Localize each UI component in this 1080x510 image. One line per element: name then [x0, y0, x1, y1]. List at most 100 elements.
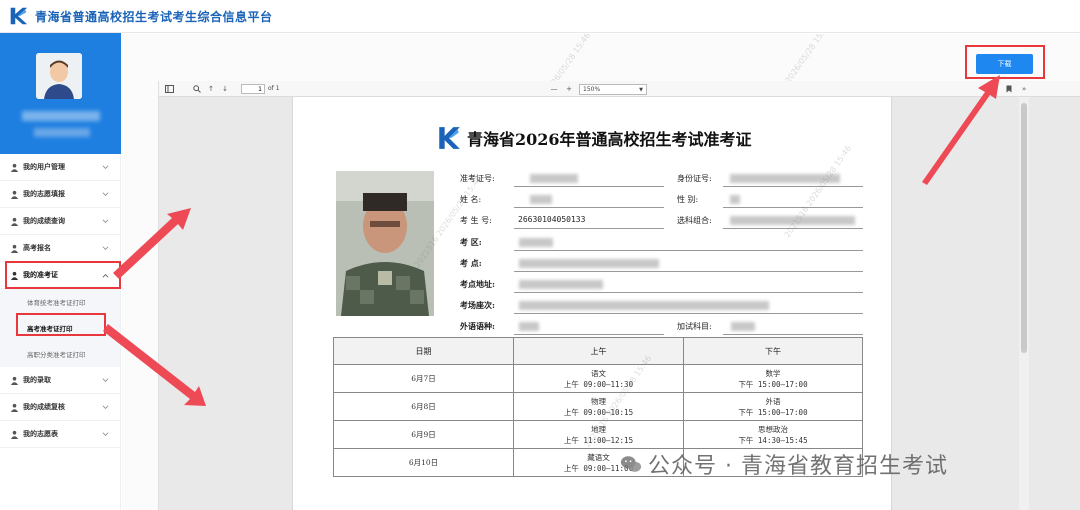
search-icon[interactable]: [191, 83, 203, 95]
double-chevron-right-icon[interactable]: »: [1019, 83, 1029, 95]
subject-combo-blurred: [730, 216, 855, 225]
label-id-no: 身份证号:: [677, 174, 712, 183]
table-header-row: 日期 上午 下午: [333, 337, 863, 365]
highlight-box-download: [965, 45, 1045, 79]
sidebar-item-volunteer-list[interactable]: 我的志愿表: [0, 421, 120, 448]
district-blurred: [519, 238, 553, 247]
field-underline: [723, 334, 863, 335]
date-cell: 6月8日: [333, 392, 514, 421]
pm-cell: 数学 下午 15:00—17:00: [683, 364, 863, 393]
exam-no-value: 26630104050133: [518, 215, 586, 224]
exam-logo-icon: [439, 127, 460, 149]
chevron-down-icon: [102, 165, 109, 169]
arrow-down-icon[interactable]: ↓: [220, 83, 230, 95]
submenu-item-label: 体育统考准考证打印: [27, 299, 86, 307]
main-content: 2021516 2026/05/28 15:46 2021516 2026/05…: [122, 34, 1080, 510]
label-gender: 性 别:: [677, 195, 699, 204]
zoom-select[interactable]: 150% ▼: [579, 84, 647, 95]
sidebar-item-volunteer[interactable]: 我的志愿填报: [0, 181, 120, 208]
certificate-title: 青海省2026年普通高校招生考试准考证: [467, 130, 752, 149]
field-underline: [514, 228, 664, 229]
field-underline: [514, 292, 863, 293]
pdf-viewer: ↑ ↓ of 1 — + 150% ▼ »: [158, 81, 1080, 510]
zoom-in-icon[interactable]: +: [564, 83, 574, 95]
sidebar-toggle-icon[interactable]: [163, 83, 175, 95]
submenu-item-vocational-ticket[interactable]: 高职分类准考证打印: [0, 341, 120, 367]
field-underline: [723, 207, 863, 208]
label-site-address: 考点地址:: [460, 279, 495, 289]
sidebar-item-user-management[interactable]: 我的用户管理: [0, 154, 120, 181]
print-icon[interactable]: [989, 83, 999, 95]
date-cell: 6月10日: [333, 448, 514, 477]
certificate-header: 青海省2026年普通高校招生考试准考证: [436, 125, 752, 151]
username-blurred: [22, 111, 100, 121]
page-total: of 1: [268, 85, 280, 92]
page-number-input[interactable]: [241, 84, 265, 94]
label-exam-no: 考 生 号:: [460, 216, 492, 225]
field-underline: [514, 207, 664, 208]
pdf-toolbar: ↑ ↓ of 1 — + 150% ▼ »: [159, 81, 1080, 97]
site-blurred: [519, 259, 659, 268]
candidate-photo: [336, 171, 434, 316]
submenu-item-sports-ticket[interactable]: 体育统考准考证打印: [0, 289, 120, 315]
scrollbar-thumb[interactable]: [1021, 103, 1027, 353]
wechat-account-name: 公众号 · 青海省教育招生考试: [648, 454, 948, 479]
name-blurred: [530, 195, 552, 204]
user-icon: [10, 430, 19, 439]
field-underline: [723, 228, 863, 229]
column-header-date: 日期: [333, 337, 514, 365]
app-logo-icon: [10, 7, 28, 25]
room-seat-blurred: [519, 301, 769, 310]
zoom-out-icon[interactable]: —: [549, 83, 559, 95]
userid-blurred: [34, 128, 90, 137]
date-cell: 6月9日: [333, 420, 514, 449]
table-row: 6月8日 物理 上午 09:00—10:15 外语 下午 15:00—17:00: [333, 392, 863, 421]
field-underline: [514, 186, 664, 187]
table-row: 6月7日 语文 上午 09:00—11:30 数学 下午 15:00—17:00: [333, 364, 863, 393]
label-extra-subject: 加试科目:: [677, 322, 712, 331]
pm-cell: 外语 下午 15:00—17:00: [683, 392, 863, 421]
user-icon: [10, 403, 19, 412]
pdf-scrollbar[interactable]: [1019, 97, 1029, 510]
app-title: 青海省普通高校招生考试考生综合信息平台: [35, 9, 273, 24]
id-no-blurred: [730, 174, 840, 183]
label-admission-no: 准考证号:: [460, 174, 495, 183]
zoom-value: 150%: [583, 86, 601, 93]
date-cell: 6月7日: [333, 364, 514, 393]
column-header-morning: 上午: [513, 337, 684, 365]
sidebar-item-label: 我的用户管理: [23, 163, 65, 171]
bookmark-icon[interactable]: [1004, 83, 1014, 95]
user-icon: [10, 217, 19, 226]
avatar[interactable]: [36, 53, 82, 99]
sidebar-item-admission[interactable]: 我的录取: [0, 367, 120, 394]
wechat-icon: [620, 456, 642, 472]
label-room-seat: 考场座次:: [460, 300, 495, 310]
app-window: 青海省普通高校招生考试考生综合信息平台 我的用户管理 我的志愿填报 我的成绩查询…: [0, 0, 1080, 510]
user-icon: [10, 190, 19, 199]
sidebar-item-label: 我的志愿表: [23, 430, 58, 438]
sidebar-item-label: 我的成绩复核: [23, 403, 65, 411]
sidebar-menu-lower: 我的录取 我的成绩复核 我的志愿表: [0, 367, 120, 448]
highlight-box-ticket-menu: [5, 261, 121, 289]
arrow-up-icon[interactable]: ↑: [206, 83, 216, 95]
user-icon: [10, 376, 19, 385]
wechat-account-watermark: 公众号 · 青海省教育招生考试: [620, 448, 948, 480]
sidebar-item-score-review[interactable]: 我的成绩复核: [0, 394, 120, 421]
chevron-down-icon: [102, 405, 109, 409]
label-name: 姓 名:: [460, 195, 482, 204]
am-cell: 地理 上午 11:00—12:15: [513, 420, 684, 449]
chevron-down-icon: [102, 378, 109, 382]
user-icon: [10, 244, 19, 253]
user-icon: [10, 163, 19, 172]
chevron-down-icon: [102, 246, 109, 250]
top-bar: 青海省普通高校招生考试考生综合信息平台: [0, 0, 1080, 33]
dropdown-arrow-icon: ▼: [639, 87, 643, 93]
gender-blurred: [730, 195, 740, 204]
extra-subject-blurred: [731, 322, 755, 331]
field-underline: [514, 271, 863, 272]
sidebar-item-label: 我的录取: [23, 376, 51, 384]
sidebar-item-registration[interactable]: 高考报名: [0, 235, 120, 262]
label-district: 考 区:: [460, 237, 482, 247]
column-header-afternoon: 下午: [683, 337, 863, 365]
sidebar-item-scores[interactable]: 我的成绩查询: [0, 208, 120, 235]
